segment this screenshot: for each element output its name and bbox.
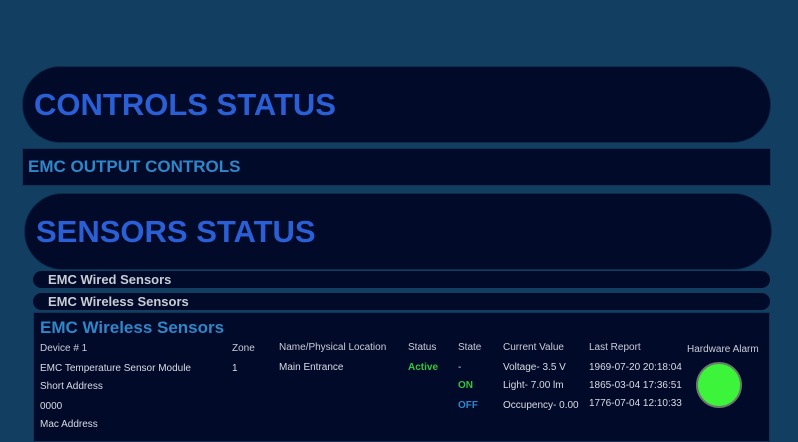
- location-header: Name/Physical Location: [279, 342, 387, 353]
- controls-status-title: CONTROLS STATUS: [34, 86, 336, 122]
- wired-sensors-tab[interactable]: EMC Wired Sensors: [33, 271, 770, 288]
- last-report-2: 1865-03-04 17:36:51: [589, 380, 682, 391]
- short-address-label: Short Address: [40, 381, 103, 392]
- mac-address-label: Mac Address: [40, 419, 98, 430]
- status-header: Status: [408, 342, 437, 353]
- wireless-sensors-panel: EMC Wireless Sensors Device # 1 Zone Nam…: [33, 312, 770, 442]
- sensors-status-title: SENSORS STATUS: [36, 213, 316, 249]
- hardware-alarm-indicator: [696, 362, 742, 408]
- current-value-header: Current Value: [503, 342, 564, 353]
- zone-value: 1: [232, 363, 238, 374]
- device-name: EMC Temperature Sensor Module: [40, 363, 191, 374]
- last-report-1: 1969-07-20 20:18:04: [589, 362, 682, 373]
- wired-sensors-label: EMC Wired Sensors: [48, 272, 172, 287]
- wireless-sensors-tab[interactable]: EMC Wireless Sensors: [33, 293, 770, 310]
- emc-output-controls-section[interactable]: EMC OUTPUT CONTROLS: [22, 148, 771, 186]
- last-report-header: Last Report: [589, 342, 641, 353]
- last-report-3: 1776-07-04 12:10:33: [589, 398, 682, 409]
- zone-header: Zone: [232, 343, 255, 354]
- sensors-status-header: SENSORS STATUS: [24, 193, 772, 270]
- state-on: ON: [458, 380, 473, 391]
- state-value: -: [458, 362, 462, 373]
- emc-output-controls-title: EMC OUTPUT CONTROLS: [28, 157, 241, 176]
- hardware-alarm-header: Hardware Alarm: [687, 344, 759, 355]
- state-header: State: [458, 342, 482, 353]
- controls-status-header: CONTROLS STATUS: [22, 66, 771, 143]
- wireless-sensors-label: EMC Wireless Sensors: [48, 294, 189, 309]
- status-badge: Active: [408, 362, 439, 373]
- short-address-value: 0000: [40, 401, 63, 412]
- voltage-value: Voltage- 3.5 V: [503, 362, 566, 373]
- location-value: Main Entrance: [279, 362, 344, 373]
- state-off: OFF: [458, 400, 478, 411]
- occupancy-value: Occupency- 0.00: [503, 400, 579, 411]
- device-header: Device # 1: [40, 343, 88, 354]
- panel-title: EMC Wireless Sensors: [40, 318, 225, 337]
- light-value: Light- 7.00 lm: [503, 380, 564, 391]
